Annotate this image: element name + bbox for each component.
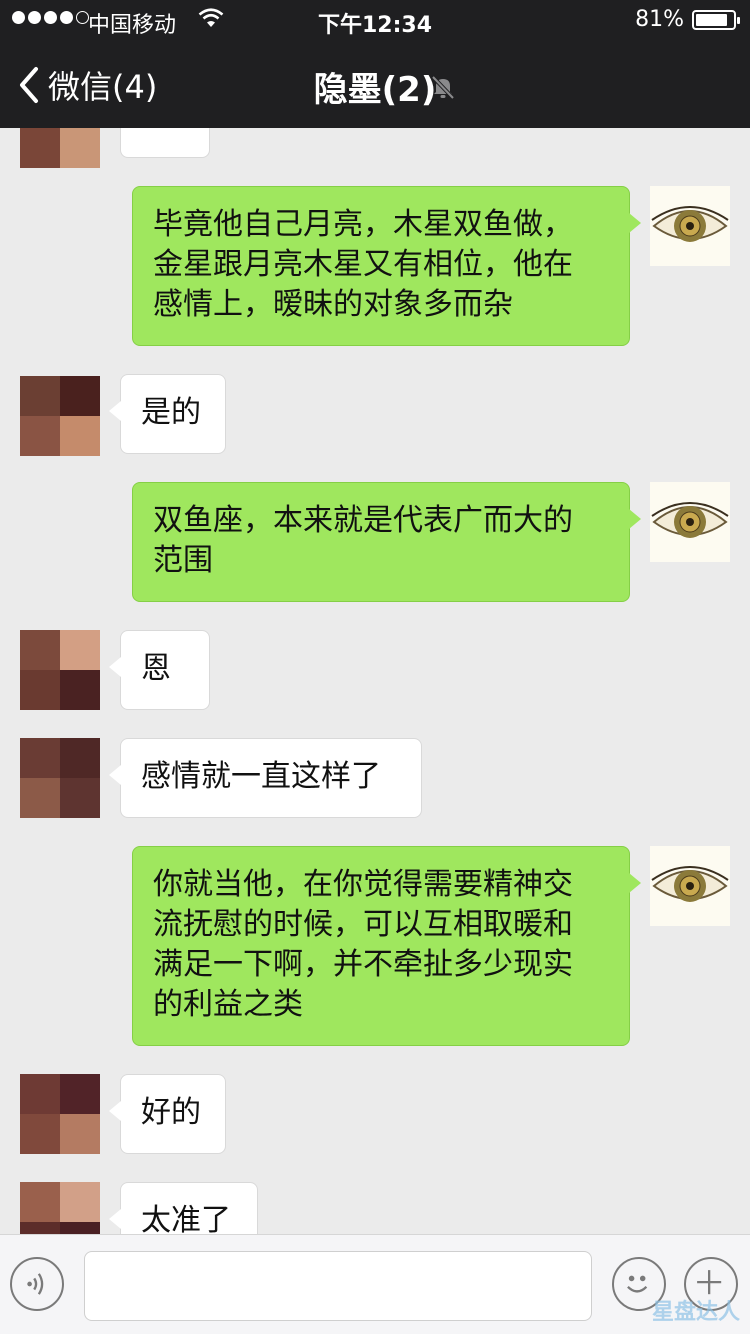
battery-icon: [692, 10, 740, 30]
chat-area[interactable]: 恩 毕竟他自己月亮，木星双鱼做， 金星跟月亮木星又有相位，他在 感情上，暧昧的对…: [0, 128, 750, 1234]
incoming-message[interactable]: 恩: [109, 630, 210, 710]
voice-icon: [27, 1273, 44, 1295]
message-input[interactable]: [84, 1251, 592, 1321]
outgoing-message[interactable]: 你就当他，在你觉得需要精神交 流抚慰的时候，可以互相取暖和 满足一下啊，并不牵扯…: [132, 846, 641, 1046]
outgoing-message[interactable]: 毕竟他自己月亮，木星双鱼做， 金星跟月亮木星又有相位，他在 感情上，暧昧的对象多…: [132, 186, 641, 346]
voice-button[interactable]: [10, 1257, 64, 1311]
incoming-message[interactable]: 好的: [109, 1074, 226, 1154]
eye-avatar-icon: [651, 866, 729, 902]
chat-title: 隐墨(2): [313, 70, 437, 110]
contact-avatar[interactable]: [20, 1074, 100, 1154]
my-avatar[interactable]: [650, 186, 730, 266]
bell-slash-icon: [431, 75, 455, 100]
battery-percent: 81%: [635, 7, 684, 32]
incoming-message[interactable]: 感情就一直这样了: [109, 738, 422, 818]
my-avatar[interactable]: [650, 846, 730, 926]
incoming-message[interactable]: 恩: [120, 128, 210, 158]
contact-avatar[interactable]: [20, 128, 100, 168]
eye-avatar-icon: [651, 206, 729, 242]
incoming-message[interactable]: 是的: [109, 374, 226, 454]
nav-bar: 微信(4) 隐墨(2): [0, 40, 750, 128]
eye-avatar-icon: [651, 502, 729, 538]
contact-avatar[interactable]: [20, 630, 100, 710]
contact-avatar[interactable]: [20, 1182, 100, 1234]
my-avatar[interactable]: [650, 482, 730, 562]
contact-avatar[interactable]: [20, 376, 100, 456]
incoming-message[interactable]: 太准了: [109, 1182, 258, 1234]
input-bar: 星盘达人: [0, 1234, 750, 1334]
status-bar: 中国移动 下午12:34 81%: [0, 0, 750, 40]
contact-avatar[interactable]: [20, 738, 100, 818]
outgoing-message[interactable]: 双鱼座，本来就是代表广而大的 范围: [132, 482, 641, 602]
watermark: 星盘达人: [651, 1300, 740, 1325]
